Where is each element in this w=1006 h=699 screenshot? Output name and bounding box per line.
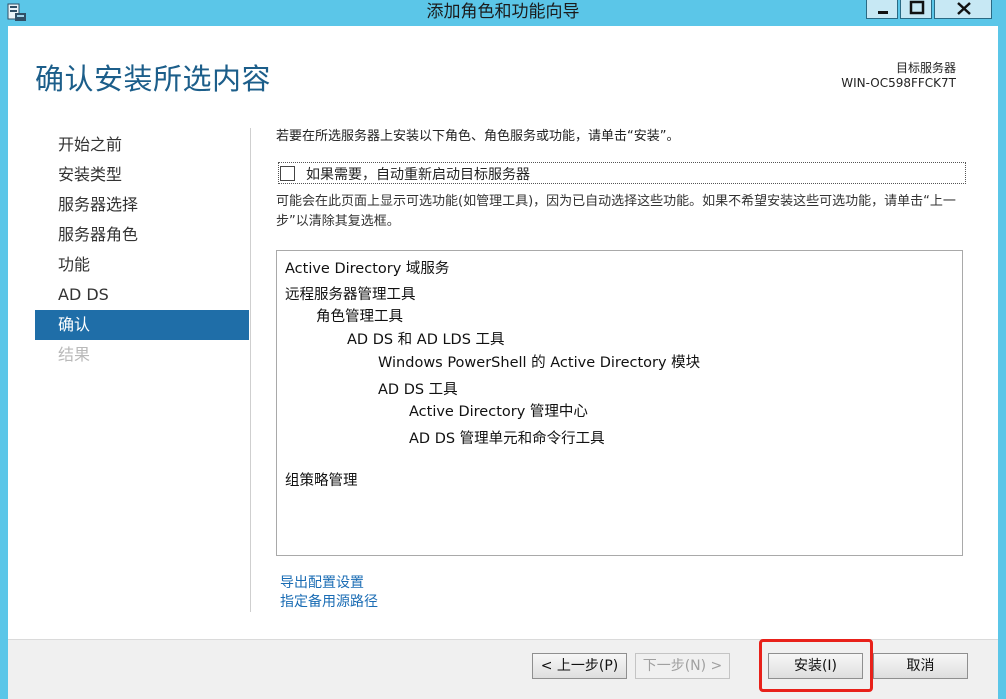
summary-item: 组策略管理	[285, 473, 358, 489]
restart-checkbox[interactable]	[280, 166, 295, 181]
close-button[interactable]	[934, 0, 992, 19]
page-title: 确认安装所选内容	[35, 62, 272, 96]
summary-item: Active Directory 管理中心	[409, 404, 588, 420]
install-button[interactable]: 安装(I)	[768, 653, 863, 679]
nav-item-ad-ds[interactable]: AD DS	[35, 280, 249, 310]
summary-item: 远程服务器管理工具	[285, 287, 416, 303]
wizard-client-area: 确认安装所选内容 目标服务器 WIN-OC598FFCK7T 开始之前 安装类型…	[8, 26, 998, 699]
minimize-button[interactable]	[866, 0, 898, 19]
restart-checkbox-label[interactable]: 如果需要，自动重新启动目标服务器	[306, 164, 530, 184]
target-server-name: WIN-OC598FFCK7T	[841, 76, 956, 90]
summary-item: AD DS 管理单元和命令行工具	[409, 431, 605, 447]
next-button: 下一步(N) >	[635, 653, 730, 679]
nav-item-results: 结果	[58, 345, 91, 364]
cancel-button[interactable]: 取消	[873, 653, 968, 679]
nav-item-server-roles[interactable]: 服务器角色	[35, 220, 249, 250]
title-bar[interactable]: 添加角色和功能向导	[0, 0, 1006, 26]
nav-item-before-you-begin[interactable]: 开始之前	[35, 130, 249, 160]
nav-divider	[250, 128, 251, 612]
footer-bar: < 上一步(P) 下一步(N) > 安装(I) 取消	[8, 639, 998, 699]
wizard-nav: 开始之前 安装类型 服务器选择 服务器角色 功能 AD DS 确认 结果	[35, 130, 249, 370]
summary-item: Windows PowerShell 的 Active Directory 模块	[378, 355, 701, 371]
maximize-button[interactable]	[900, 0, 932, 19]
nav-item-server-selection[interactable]: 服务器选择	[35, 190, 249, 220]
summary-item: AD DS 和 AD LDS 工具	[347, 332, 505, 348]
optional-features-note: 可能会在此页面上显示可选功能(如管理工具)，因为已自动选择这些功能。如果不希望安…	[276, 194, 956, 229]
window-title: 添加角色和功能向导	[426, 2, 580, 22]
links-area: 导出配置设置 指定备用源路径	[280, 574, 378, 612]
alternate-source-link[interactable]: 指定备用源路径	[280, 593, 378, 612]
nav-item-installation-type[interactable]: 安装类型	[35, 160, 249, 190]
export-config-link[interactable]: 导出配置设置	[280, 574, 378, 593]
previous-button[interactable]: < 上一步(P)	[532, 653, 627, 679]
selection-summary-box: Active Directory 域服务 远程服务器管理工具 角色管理工具 AD…	[276, 250, 963, 556]
nav-item-confirmation[interactable]: 确认	[35, 310, 249, 340]
summary-item: AD DS 工具	[378, 382, 458, 398]
summary-item: 角色管理工具	[316, 309, 403, 325]
nav-item-features[interactable]: 功能	[35, 250, 249, 280]
restart-option[interactable]: 如果需要，自动重新启动目标服务器	[278, 162, 966, 184]
target-server-label: 目标服务器	[895, 61, 956, 75]
content-pane: 若要在所选服务器上安装以下角色、角色服务或功能，请单击“安装”。 如果需要，自动…	[276, 128, 966, 556]
close-icon	[957, 2, 971, 15]
intro-text: 若要在所选服务器上安装以下角色、角色服务或功能，请单击“安装”。	[276, 129, 680, 144]
summary-item: Active Directory 域服务	[285, 261, 450, 277]
